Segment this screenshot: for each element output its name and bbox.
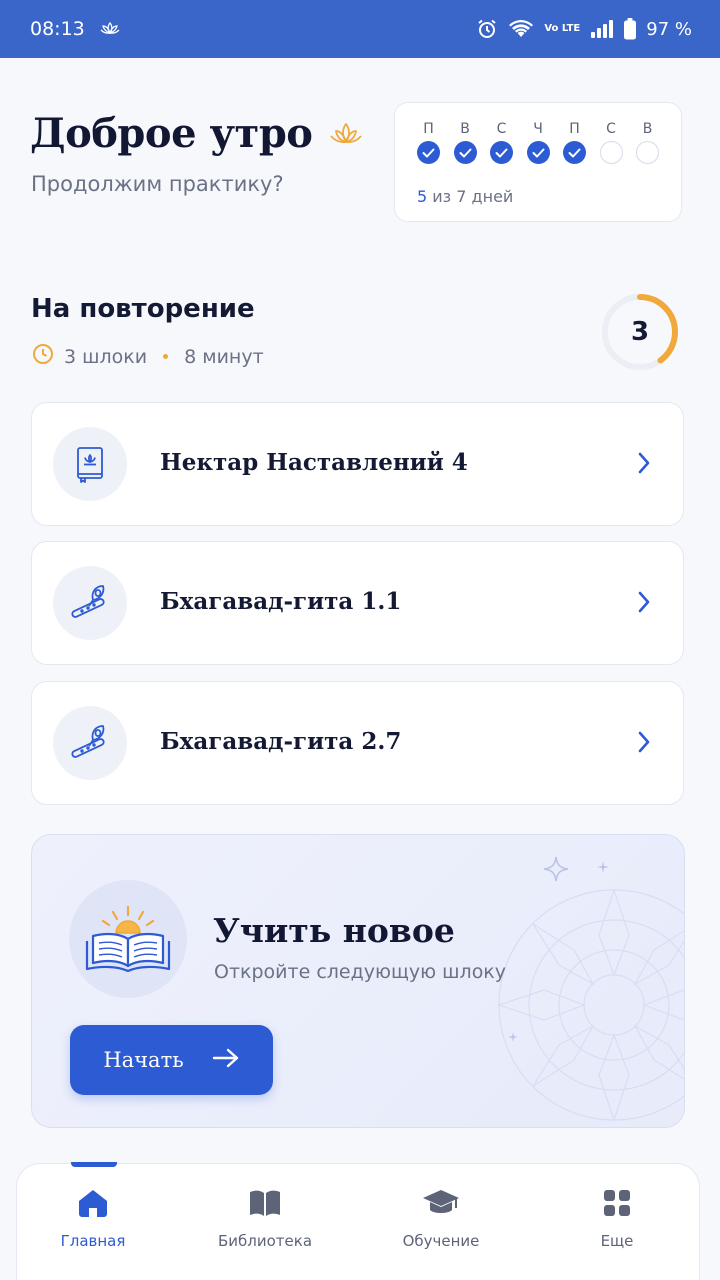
check-circle-icon	[526, 141, 550, 164]
wifi-icon	[508, 19, 534, 39]
mandala-decoration	[497, 888, 684, 1122]
week-day-label: П	[423, 121, 434, 137]
book-lotus-icon	[53, 427, 127, 501]
lotus-icon	[329, 110, 363, 157]
verse-title: Бхагавад-гита 1.1	[160, 588, 402, 615]
week-done-count: 5	[417, 187, 428, 206]
learn-new-subtitle: Откройте следующую шлоку	[214, 961, 507, 983]
start-button-label: Начать	[103, 1048, 184, 1072]
bottom-nav: Главная Библиотека Обучение Еще	[16, 1162, 700, 1280]
lotus-notification-icon	[99, 18, 121, 40]
check-circle-icon	[490, 141, 513, 164]
review-ring-count: 3	[630, 317, 650, 347]
nav-label: Обучение	[402, 1232, 480, 1250]
review-count: 3 шлоки	[64, 345, 148, 368]
nav-item-more[interactable]: Еще	[542, 1188, 692, 1250]
verse-title: Бхагавад-гита 2.7	[160, 728, 402, 755]
week-day-label: С	[496, 121, 507, 137]
sparkle-icon	[508, 1032, 518, 1042]
week-day: П	[563, 121, 586, 164]
verse-card-nectar-4[interactable]: Нектар Наставлений 4	[31, 402, 684, 526]
check-circle-icon	[453, 141, 477, 164]
nav-item-home[interactable]: Главная	[18, 1188, 168, 1250]
nav-label: Главная	[60, 1232, 126, 1250]
alarm-icon	[476, 18, 498, 40]
greeting-text: Доброе утро	[30, 110, 313, 157]
open-book-sun-icon	[69, 880, 187, 998]
volte-indicator: Vo LTE	[544, 23, 581, 34]
week-streak-card[interactable]: П В С Ч П С В 5 из 7 дней	[394, 102, 682, 222]
greeting-subtitle: Продолжим практику?	[31, 172, 284, 196]
book-icon	[248, 1188, 282, 1222]
week-day-label: В	[642, 121, 653, 137]
week-day: П	[417, 121, 440, 164]
empty-circle-icon	[636, 141, 659, 164]
chevron-right-icon	[637, 451, 651, 479]
chevron-right-icon	[637, 590, 651, 618]
nav-label: Еще	[600, 1232, 634, 1250]
learn-new-card[interactable]: Учить новое Откройте следующую шлоку Нач…	[31, 834, 685, 1128]
week-day: С	[599, 121, 623, 164]
start-button[interactable]: Начать	[70, 1025, 273, 1095]
battery-icon	[624, 18, 637, 40]
flute-feather-icon	[53, 566, 127, 640]
week-day-label: Ч	[533, 121, 543, 137]
status-bar: 08:13 Vo LTE 97 %	[0, 0, 720, 58]
sparkle-icon	[597, 861, 609, 873]
week-progress-text: 5 из 7 дней	[417, 187, 513, 206]
status-time: 08:13	[30, 18, 85, 40]
arrow-right-icon	[212, 1047, 240, 1074]
greeting-title: Доброе утро	[30, 110, 363, 157]
meta-separator	[163, 354, 169, 359]
graduation-cap-icon	[422, 1188, 460, 1222]
nav-item-learning[interactable]: Обучение	[366, 1188, 516, 1250]
week-day-label: В	[460, 121, 470, 137]
verse-card-gita-1-1[interactable]: Бхагавад-гита 1.1	[31, 541, 684, 665]
check-circle-icon	[417, 141, 440, 164]
home-icon	[77, 1188, 109, 1222]
chevron-right-icon	[637, 730, 651, 758]
week-day: Ч	[526, 121, 550, 164]
nav-active-indicator	[71, 1162, 117, 1167]
review-meta: 3 шлоки 8 минут	[32, 343, 264, 370]
week-day: В	[636, 121, 659, 164]
signal-icon	[590, 19, 614, 39]
check-circle-icon	[563, 141, 586, 164]
week-day: С	[490, 121, 513, 164]
week-day-label: П	[569, 121, 580, 137]
verse-title: Нектар Наставлений 4	[160, 449, 468, 476]
empty-circle-icon	[599, 141, 623, 164]
learn-new-title: Учить новое	[213, 911, 455, 950]
week-progress-suffix: из 7 дней	[432, 187, 514, 206]
week-day: В	[453, 121, 477, 164]
nav-item-library[interactable]: Библиотека	[190, 1188, 340, 1250]
battery-percent: 97 %	[646, 18, 692, 40]
grid-icon	[603, 1188, 631, 1222]
nav-label: Библиотека	[217, 1232, 313, 1250]
week-days: ПВСЧПСВ	[417, 121, 659, 164]
review-section-title: На повторение	[31, 294, 255, 324]
clock-icon	[32, 343, 54, 370]
flute-feather-icon	[53, 706, 127, 780]
sparkle-icon	[543, 856, 569, 882]
verse-card-gita-2-7[interactable]: Бхагавад-гита 2.7	[31, 681, 684, 805]
week-day-label: С	[606, 121, 616, 137]
review-duration: 8 минут	[184, 345, 264, 368]
